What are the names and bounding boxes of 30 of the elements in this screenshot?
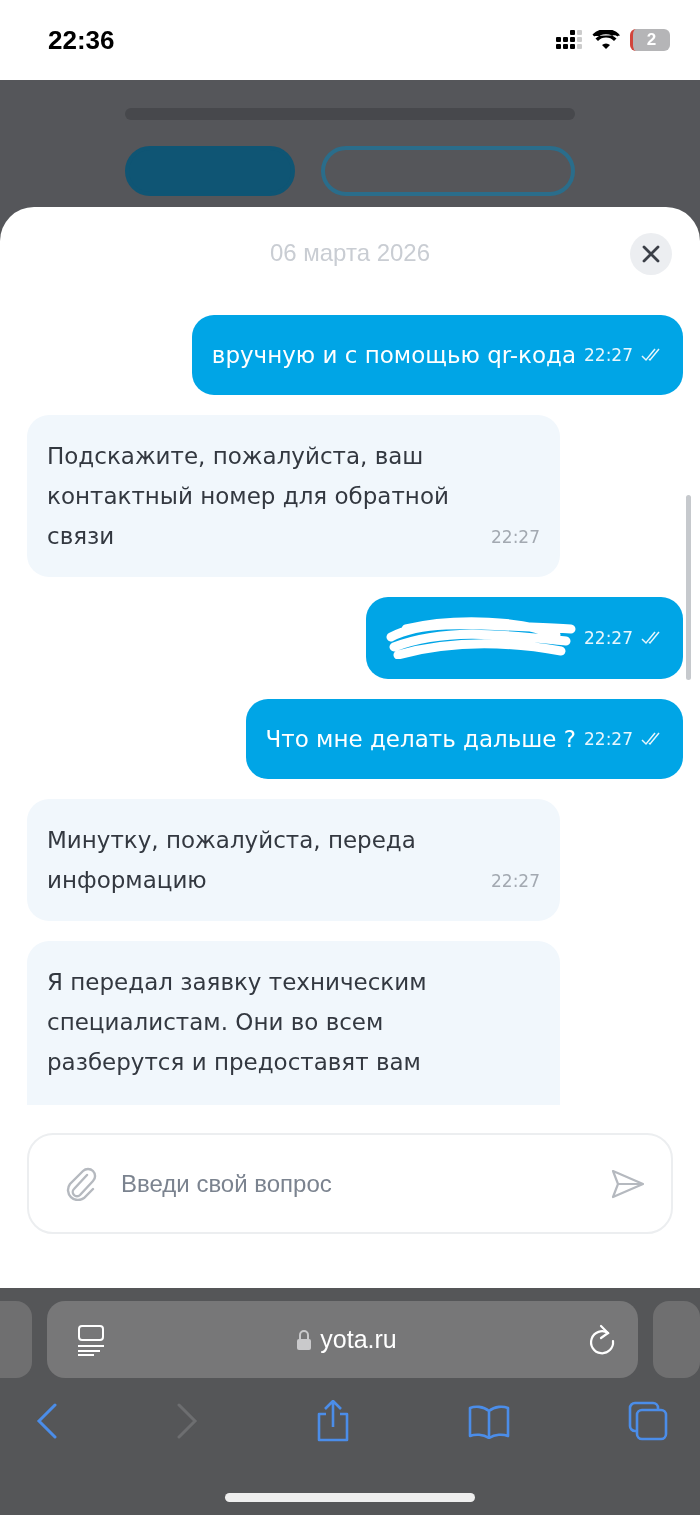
tabs-button[interactable] bbox=[628, 1401, 668, 1441]
share-button[interactable] bbox=[316, 1400, 350, 1442]
paperclip-icon[interactable] bbox=[65, 1166, 97, 1201]
back-button[interactable] bbox=[36, 1403, 58, 1439]
page-menu-icon[interactable] bbox=[76, 1323, 105, 1356]
message-text: Минутку, пожалуйста, переда информацию bbox=[47, 826, 417, 895]
battery-level: 2 bbox=[630, 29, 670, 51]
close-button[interactable] bbox=[630, 233, 672, 275]
message-text: Подскажите, пожалуйста, ваш контактный номер для обратной связи bbox=[47, 442, 450, 551]
bookmarks-button[interactable] bbox=[468, 1403, 510, 1439]
message-time: 22:27 bbox=[491, 527, 540, 547]
status-time: 22:36 bbox=[48, 24, 115, 56]
message-text: Что мне делать дальше ? bbox=[265, 725, 576, 754]
message-input[interactable]: Введи свой вопрос bbox=[119, 1168, 589, 1199]
reload-icon[interactable] bbox=[588, 1323, 617, 1356]
lock-icon bbox=[296, 1328, 313, 1351]
url-text: yota.ru bbox=[320, 1325, 397, 1354]
message-time: 22:27 bbox=[584, 729, 633, 749]
close-icon[interactable] bbox=[641, 244, 661, 264]
message-time: 22:27 bbox=[491, 871, 540, 891]
forward-button[interactable] bbox=[176, 1403, 198, 1439]
message-text: Я передал заявку техническим специалистам. Они во всем разберутся и предоставят вам bbox=[47, 968, 428, 1077]
cellular-signal-icon bbox=[556, 30, 582, 50]
address-bar[interactable]: yota.ru bbox=[46, 1301, 639, 1378]
send-icon[interactable] bbox=[611, 1168, 645, 1199]
message-time: 22:27 bbox=[584, 628, 633, 648]
message-time: 22:27 bbox=[584, 345, 633, 365]
next-tab-preview[interactable] bbox=[653, 1301, 700, 1378]
message-text: вручную и с помощью qr-кода bbox=[211, 341, 576, 370]
wifi-icon bbox=[592, 30, 620, 50]
